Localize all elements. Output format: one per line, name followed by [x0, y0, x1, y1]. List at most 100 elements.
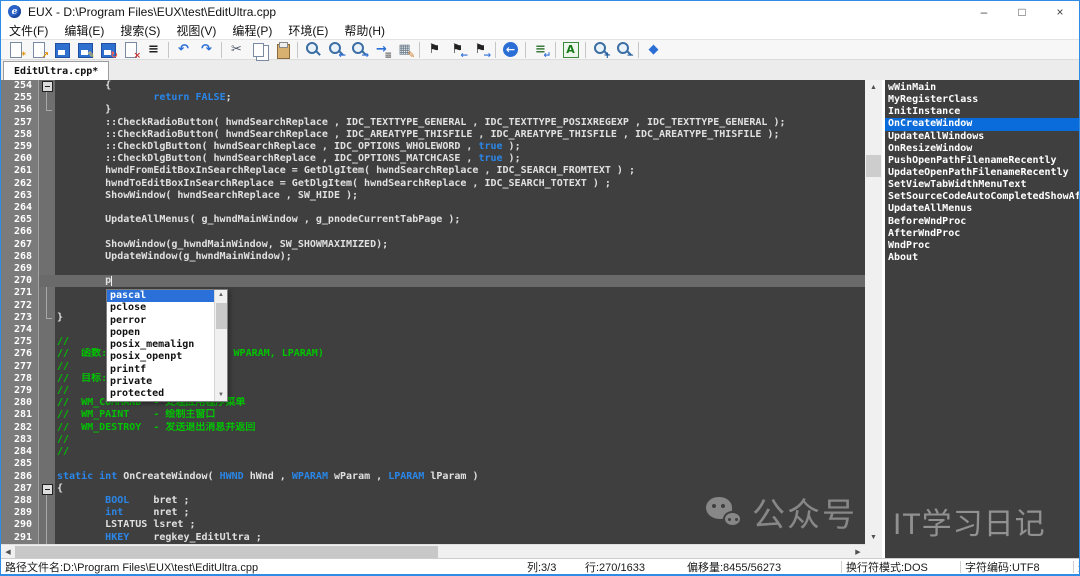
code-line-269[interactable]: 269 [1, 263, 865, 275]
scroll-left-icon[interactable]: ◀ [1, 545, 15, 559]
code-line-258[interactable]: 258 ::CheckRadioButton( hwndSearchReplac… [1, 129, 865, 141]
code-line-264[interactable]: 264 [1, 202, 865, 214]
syntax-highlight-button[interactable]: A [560, 40, 581, 59]
scrollbar-thumb[interactable] [216, 303, 227, 329]
autocomplete-item[interactable]: pclose [107, 302, 214, 314]
goto-line-button[interactable]: →≡ [371, 40, 392, 59]
code-line-284[interactable]: 284// [1, 446, 865, 458]
code-line-256[interactable]: 256 } [1, 104, 865, 116]
code-line-265[interactable]: 265 UpdateAllMenus( g_hwndMainWindow , g… [1, 214, 865, 226]
close-button[interactable]: × [1041, 1, 1079, 22]
code-line-268[interactable]: 268 UpdateWindow(g_hwndMainWindow); [1, 251, 865, 263]
find-prev-button[interactable]: ← [325, 40, 346, 59]
status-selection-length: 选择文本长度:0 [1074, 559, 1079, 575]
code-line-255[interactable]: 255 return FALSE; [1, 92, 865, 104]
open-file-button[interactable]: ↗ [28, 40, 49, 59]
code-line-282[interactable]: 282// WM_DESTROY - 发送退出消息并返回 [1, 422, 865, 434]
next-bookmark-button[interactable]: ⚑→ [470, 40, 491, 59]
bookmark-button[interactable]: ⚑ [424, 40, 445, 59]
autocomplete-item[interactable]: private [107, 376, 214, 388]
code-line-286[interactable]: 286static int OnCreateWindow( HWND hWnd … [1, 471, 865, 483]
autocomplete-item[interactable]: perror [107, 315, 214, 327]
autocomplete-scrollbar[interactable]: ▲ ▼ [214, 290, 227, 401]
autocomplete-item[interactable]: pascal [107, 290, 214, 302]
function-list-item[interactable]: About [885, 252, 1079, 264]
code-line-260[interactable]: 260 ::CheckDlgButton( hwndSearchReplace … [1, 153, 865, 165]
scroll-down-icon[interactable]: ▼ [215, 390, 227, 401]
code-line-254[interactable]: 254 { [1, 80, 865, 92]
save-file-as-button[interactable]: ✎ [74, 40, 95, 59]
code-line-262[interactable]: 262 hwndToEditBoxInSearchReplace = GetDl… [1, 178, 865, 190]
zoom-in-button[interactable]: + [590, 40, 611, 59]
function-list-item[interactable]: UpdateOpenPathFilenameRecently [885, 167, 1079, 179]
tab-editultra-cpp[interactable]: EditUltra.cpp* [3, 61, 109, 80]
code-line-259[interactable]: 259 ::CheckDlgButton( hwndSearchReplace … [1, 141, 865, 153]
fold-marker-icon[interactable] [39, 483, 55, 495]
function-list-item[interactable]: PushOpenPathFilenameRecently [885, 155, 1079, 167]
hex-view-button[interactable]: ≡ [143, 40, 164, 59]
navigate-back-button[interactable]: ← [500, 40, 521, 59]
menu-item-2[interactable]: 搜索(S) [112, 22, 168, 39]
close-file-button[interactable]: × [120, 40, 141, 59]
code-line-267[interactable]: 267 ShowWindow(g_hwndMainWindow, SW_SHOW… [1, 239, 865, 251]
menu-item-4[interactable]: 编程(P) [224, 22, 280, 39]
menu-item-1[interactable]: 编辑(E) [56, 22, 112, 39]
horizontal-scrollbar[interactable]: ◀ ▶ [1, 544, 865, 558]
replace-button[interactable]: ▦✎ [394, 40, 415, 59]
save-all-files-button[interactable]: ↻ [97, 40, 118, 59]
function-list-item[interactable]: wWinMain [885, 82, 1079, 94]
function-list-item[interactable]: OnResizeWindow [885, 143, 1079, 155]
copy-button[interactable] [249, 40, 270, 59]
code-line-257[interactable]: 257 ::CheckRadioButton( hwndSearchReplac… [1, 117, 865, 129]
function-list-item[interactable]: InitInstance [885, 106, 1079, 118]
find-button[interactable] [302, 40, 323, 59]
zoom-out-button[interactable]: − [613, 40, 634, 59]
function-list-item[interactable]: WndProc [885, 240, 1079, 252]
fold-marker-icon[interactable] [39, 80, 55, 92]
autocomplete-item[interactable]: posix_openpt [107, 351, 214, 363]
function-list-item[interactable]: AfterWndProc [885, 228, 1079, 240]
code-editor[interactable]: 254 {255 return FALSE;256 }257 ::CheckRa… [1, 80, 865, 558]
code-line-281[interactable]: 281// WM_PAINT - 绘制主窗口 [1, 409, 865, 421]
code-line-270[interactable]: 270 p [1, 275, 865, 287]
code-line-285[interactable]: 285 [1, 458, 865, 470]
menu-item-0[interactable]: 文件(F) [1, 22, 56, 39]
code-line-261[interactable]: 261 hwndFromEditBoxInSearchReplace = Get… [1, 165, 865, 177]
code-line-283[interactable]: 283// [1, 434, 865, 446]
function-list-item[interactable]: MyRegisterClass [885, 94, 1079, 106]
menu-item-3[interactable]: 视图(V) [168, 22, 224, 39]
maximize-button[interactable]: □ [1003, 1, 1041, 22]
autocomplete-item[interactable]: printf [107, 364, 214, 376]
paste-button[interactable] [272, 40, 293, 59]
function-list-item[interactable]: UpdateAllMenus [885, 203, 1079, 215]
menu-item-6[interactable]: 帮助(H) [336, 22, 393, 39]
scroll-right-icon[interactable]: ▶ [851, 545, 865, 559]
cut-button[interactable]: ✂ [226, 40, 247, 59]
scroll-down-icon[interactable]: ▼ [865, 530, 882, 544]
function-list-item[interactable]: SetViewTabWidthMenuText [885, 179, 1079, 191]
menu-item-5[interactable]: 环境(E) [280, 22, 336, 39]
minimize-button[interactable]: – [965, 1, 1003, 22]
function-list-item[interactable]: SetSourceCodeAutoCompletedShowAf [885, 191, 1079, 203]
function-list-item[interactable]: BeforeWndProc [885, 216, 1079, 228]
prev-bookmark-button[interactable]: ⚑← [447, 40, 468, 59]
about-button[interactable]: ◆ [643, 40, 664, 59]
undo-button[interactable]: ↶ [173, 40, 194, 59]
vertical-scrollbar[interactable]: ▲ ▼ [865, 80, 882, 544]
line-endings-button[interactable]: ≡↵ [530, 40, 551, 59]
scroll-up-icon[interactable]: ▲ [215, 290, 227, 301]
save-file-button[interactable] [51, 40, 72, 59]
new-file-button[interactable]: * [5, 40, 26, 59]
autocomplete-item[interactable]: protected [107, 388, 214, 400]
scrollbar-thumb[interactable] [15, 546, 438, 558]
redo-button[interactable]: ↷ [196, 40, 217, 59]
function-list-item[interactable]: UpdateAllWindows [885, 131, 1079, 143]
scrollbar-thumb[interactable] [866, 155, 881, 177]
find-next-button[interactable]: → [348, 40, 369, 59]
scroll-up-icon[interactable]: ▲ [865, 80, 882, 94]
code-line-266[interactable]: 266 [1, 226, 865, 238]
autocomplete-item[interactable]: posix_memalign [107, 339, 214, 351]
code-line-263[interactable]: 263 ShowWindow( hwndSearchReplace , SW_H… [1, 190, 865, 202]
autocomplete-item[interactable]: popen [107, 327, 214, 339]
function-list-item[interactable]: OnCreateWindow [885, 118, 1079, 130]
